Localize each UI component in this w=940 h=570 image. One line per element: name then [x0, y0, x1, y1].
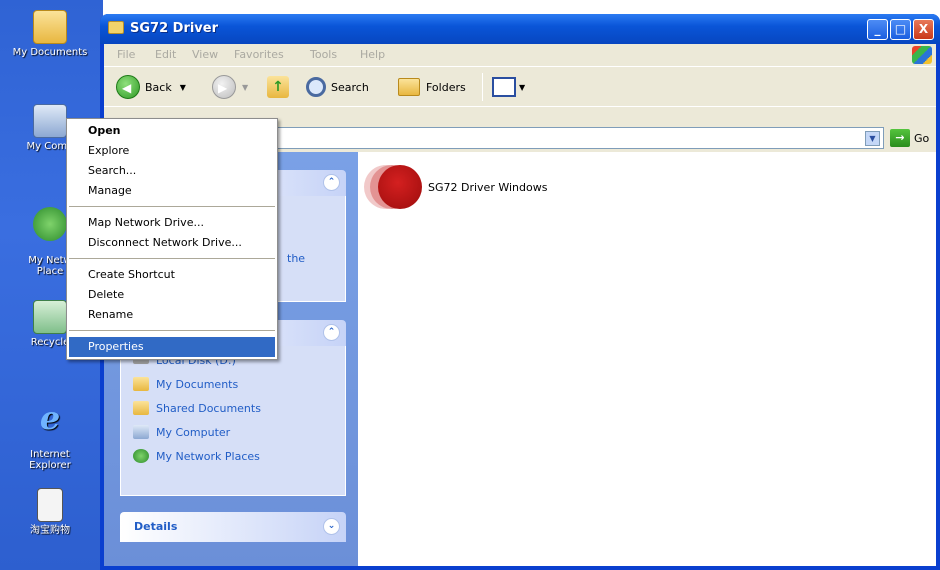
menu-separator: [69, 330, 275, 331]
desktop-icon-label: My Documents: [12, 47, 88, 58]
menu-item-create-shortcut[interactable]: Create Shortcut: [69, 265, 275, 285]
collapse-chevron-icon[interactable]: ⌃: [323, 324, 340, 341]
task-link-partial[interactable]: the: [287, 252, 305, 265]
place-link-my-computer[interactable]: My Computer: [121, 420, 345, 444]
network-icon: [133, 449, 149, 463]
computer-icon: [33, 104, 67, 138]
expand-chevron-icon[interactable]: ⌄: [323, 518, 340, 535]
desktop-icon-taobao[interactable]: 淘宝购物: [0, 488, 100, 536]
folder-docs-icon: [133, 377, 149, 391]
desktop-icon-my-documents[interactable]: My Documents: [0, 10, 100, 58]
search-label: Search: [331, 80, 369, 94]
collapse-chevron-icon[interactable]: ⌃: [323, 174, 340, 191]
go-button[interactable]: → Go: [890, 127, 929, 149]
close-button[interactable]: X: [913, 19, 934, 40]
windows-logo-icon: [912, 46, 932, 64]
dropdown-arrow-icon: ▼: [519, 82, 526, 92]
menu-tools[interactable]: Tools: [310, 48, 337, 61]
maximize-button[interactable]: □: [890, 19, 911, 40]
search-button[interactable]: Search: [306, 74, 369, 100]
forward-arrow-icon: ▶: [212, 75, 236, 99]
setup-file-icon: [364, 162, 424, 212]
menu-item-properties[interactable]: Properties: [69, 337, 275, 357]
menu-item-open[interactable]: Open: [69, 121, 275, 141]
place-link-label: Shared Documents: [156, 401, 261, 415]
folders-icon: [398, 78, 420, 96]
menu-file[interactable]: File: [117, 48, 135, 61]
title-bar[interactable]: SG72 Driver _ □ X: [100, 14, 940, 44]
toolbar-separator: [482, 73, 483, 101]
go-arrow-icon: →: [890, 129, 910, 147]
folders-button[interactable]: Folders: [398, 74, 466, 100]
computer-icon: [133, 425, 149, 439]
menu-view[interactable]: View: [192, 48, 218, 61]
file-item-sg72-driver[interactable]: SG72 Driver Windows: [364, 162, 547, 212]
ie-icon: e: [39, 399, 61, 437]
toolbar: ◀ Back ▼ ▶ ▼ ↑ Search Folders ▼: [104, 66, 936, 106]
forward-button[interactable]: ▶ ▼: [212, 74, 248, 100]
desktop-icon-internet-explorer[interactable]: e Internet Explorer: [0, 390, 100, 471]
back-label: Back: [145, 80, 172, 94]
context-menu: Open Explore Search... Manage Map Networ…: [66, 118, 278, 360]
search-icon: [306, 77, 326, 97]
place-link-my-documents[interactable]: My Documents: [121, 372, 345, 396]
views-button[interactable]: ▼: [492, 74, 525, 100]
back-arrow-icon: ◀: [116, 75, 140, 99]
menu-item-delete[interactable]: Delete: [69, 285, 275, 305]
details-label: Details: [134, 520, 178, 533]
dropdown-arrow-icon: ▼: [179, 82, 186, 92]
menu-item-disconnect-network-drive[interactable]: Disconnect Network Drive...: [69, 233, 275, 253]
menu-help[interactable]: Help: [360, 48, 385, 61]
place-link-label: My Documents: [156, 377, 239, 391]
minimize-button[interactable]: _: [867, 19, 888, 40]
menu-item-search[interactable]: Search...: [69, 161, 275, 181]
up-folder-icon: ↑: [267, 76, 289, 98]
menu-edit[interactable]: Edit: [155, 48, 176, 61]
place-link-label: My Computer: [156, 425, 231, 439]
desktop-icon-label: 淘宝购物: [30, 525, 70, 536]
network-icon: [33, 207, 67, 241]
window-title: SG72 Driver: [130, 21, 219, 36]
menu-separator: [69, 206, 275, 207]
dropdown-arrow-icon: ▼: [242, 82, 249, 92]
go-label: Go: [914, 131, 930, 145]
menu-item-explore[interactable]: Explore: [69, 141, 275, 161]
desktop-icon-label: Recycle: [30, 337, 70, 348]
back-button[interactable]: ◀ Back ▼: [116, 74, 186, 100]
menu-item-manage[interactable]: Manage: [69, 181, 275, 201]
address-dropdown-icon[interactable]: ▼: [865, 131, 880, 146]
menu-item-map-network-drive[interactable]: Map Network Drive...: [69, 213, 275, 233]
details-panel: Details ⌄: [120, 512, 346, 542]
menu-separator: [69, 258, 275, 259]
menu-bar: File Edit View Favorites Tools Help: [104, 44, 936, 66]
menu-item-rename[interactable]: Rename: [69, 305, 275, 325]
recycle-bin-icon: [33, 300, 67, 334]
folder-icon: [108, 21, 124, 34]
shortcut-icon: [37, 488, 63, 522]
folder-icon: [133, 401, 149, 415]
file-list-area: SG72 Driver Windows: [358, 152, 936, 566]
desktop-icon-label: Internet Explorer: [29, 449, 71, 471]
views-icon: [492, 77, 516, 97]
place-link-label: My Network Places: [156, 449, 260, 463]
folders-label: Folders: [426, 80, 466, 94]
menu-favorites[interactable]: Favorites: [234, 48, 284, 61]
folder-icon: [33, 10, 67, 44]
place-link-shared-documents[interactable]: Shared Documents: [121, 396, 345, 420]
file-name: SG72 Driver Windows: [428, 180, 548, 194]
panel-body: Local Disk (D:) My Documents Shared Docu…: [120, 346, 346, 496]
panel-header[interactable]: Details ⌄: [120, 512, 346, 542]
up-folder-button[interactable]: ↑: [267, 74, 289, 100]
place-link-my-network-places[interactable]: My Network Places: [121, 444, 345, 468]
